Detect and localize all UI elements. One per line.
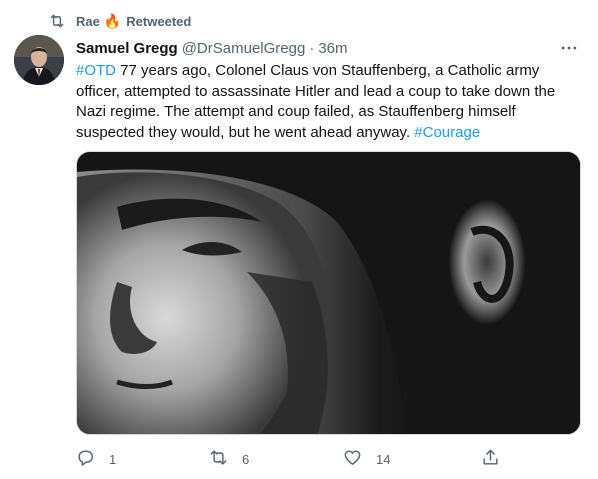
retweet-banner: Rae 🔥 Retweeted — [48, 11, 191, 31]
reply-icon — [76, 448, 95, 470]
fire-emoji: 🔥 — [103, 13, 122, 29]
tweet-body: 77 years ago, Colonel Claus von Stauffen… — [76, 62, 556, 141]
like-count: 14 — [376, 451, 391, 467]
tweet-actions: 1 6 14 — [76, 447, 506, 471]
reply-button[interactable]: 1 — [76, 447, 116, 471]
tweet-photo[interactable] — [76, 151, 581, 435]
share-button[interactable] — [481, 447, 500, 471]
more-icon[interactable] — [558, 38, 580, 58]
author-handle[interactable]: @DrSamuelGregg — [182, 40, 306, 57]
heart-icon — [343, 448, 362, 470]
share-icon — [481, 448, 500, 470]
author-name[interactable]: Samuel Gregg — [76, 40, 178, 57]
retweet-button[interactable]: 6 — [209, 447, 249, 471]
tweet[interactable]: Rae 🔥 Retweeted Samuel Gregg @DrSamuelGr… — [0, 0, 598, 479]
retweet-icon — [209, 448, 228, 470]
retweeted-label: Retweeted — [126, 13, 192, 29]
retweet-banner-icon — [48, 12, 66, 30]
retweet-count: 6 — [242, 451, 250, 467]
hashtag-courage[interactable]: #Courage — [414, 124, 480, 141]
retweeter-name[interactable]: Rae — [76, 14, 100, 29]
tweet-header: Samuel Gregg @DrSamuelGregg · 36m — [76, 37, 348, 59]
hashtag-otd[interactable]: #OTD — [76, 62, 116, 79]
tweet-text: #OTD 77 years ago, Colonel Claus von Sta… — [76, 61, 582, 143]
reply-count: 1 — [109, 451, 117, 467]
header-separator: · — [309, 39, 315, 57]
author-avatar[interactable] — [14, 35, 64, 85]
tweet-timestamp[interactable]: 36m — [318, 40, 347, 57]
like-button[interactable]: 14 — [343, 447, 390, 471]
